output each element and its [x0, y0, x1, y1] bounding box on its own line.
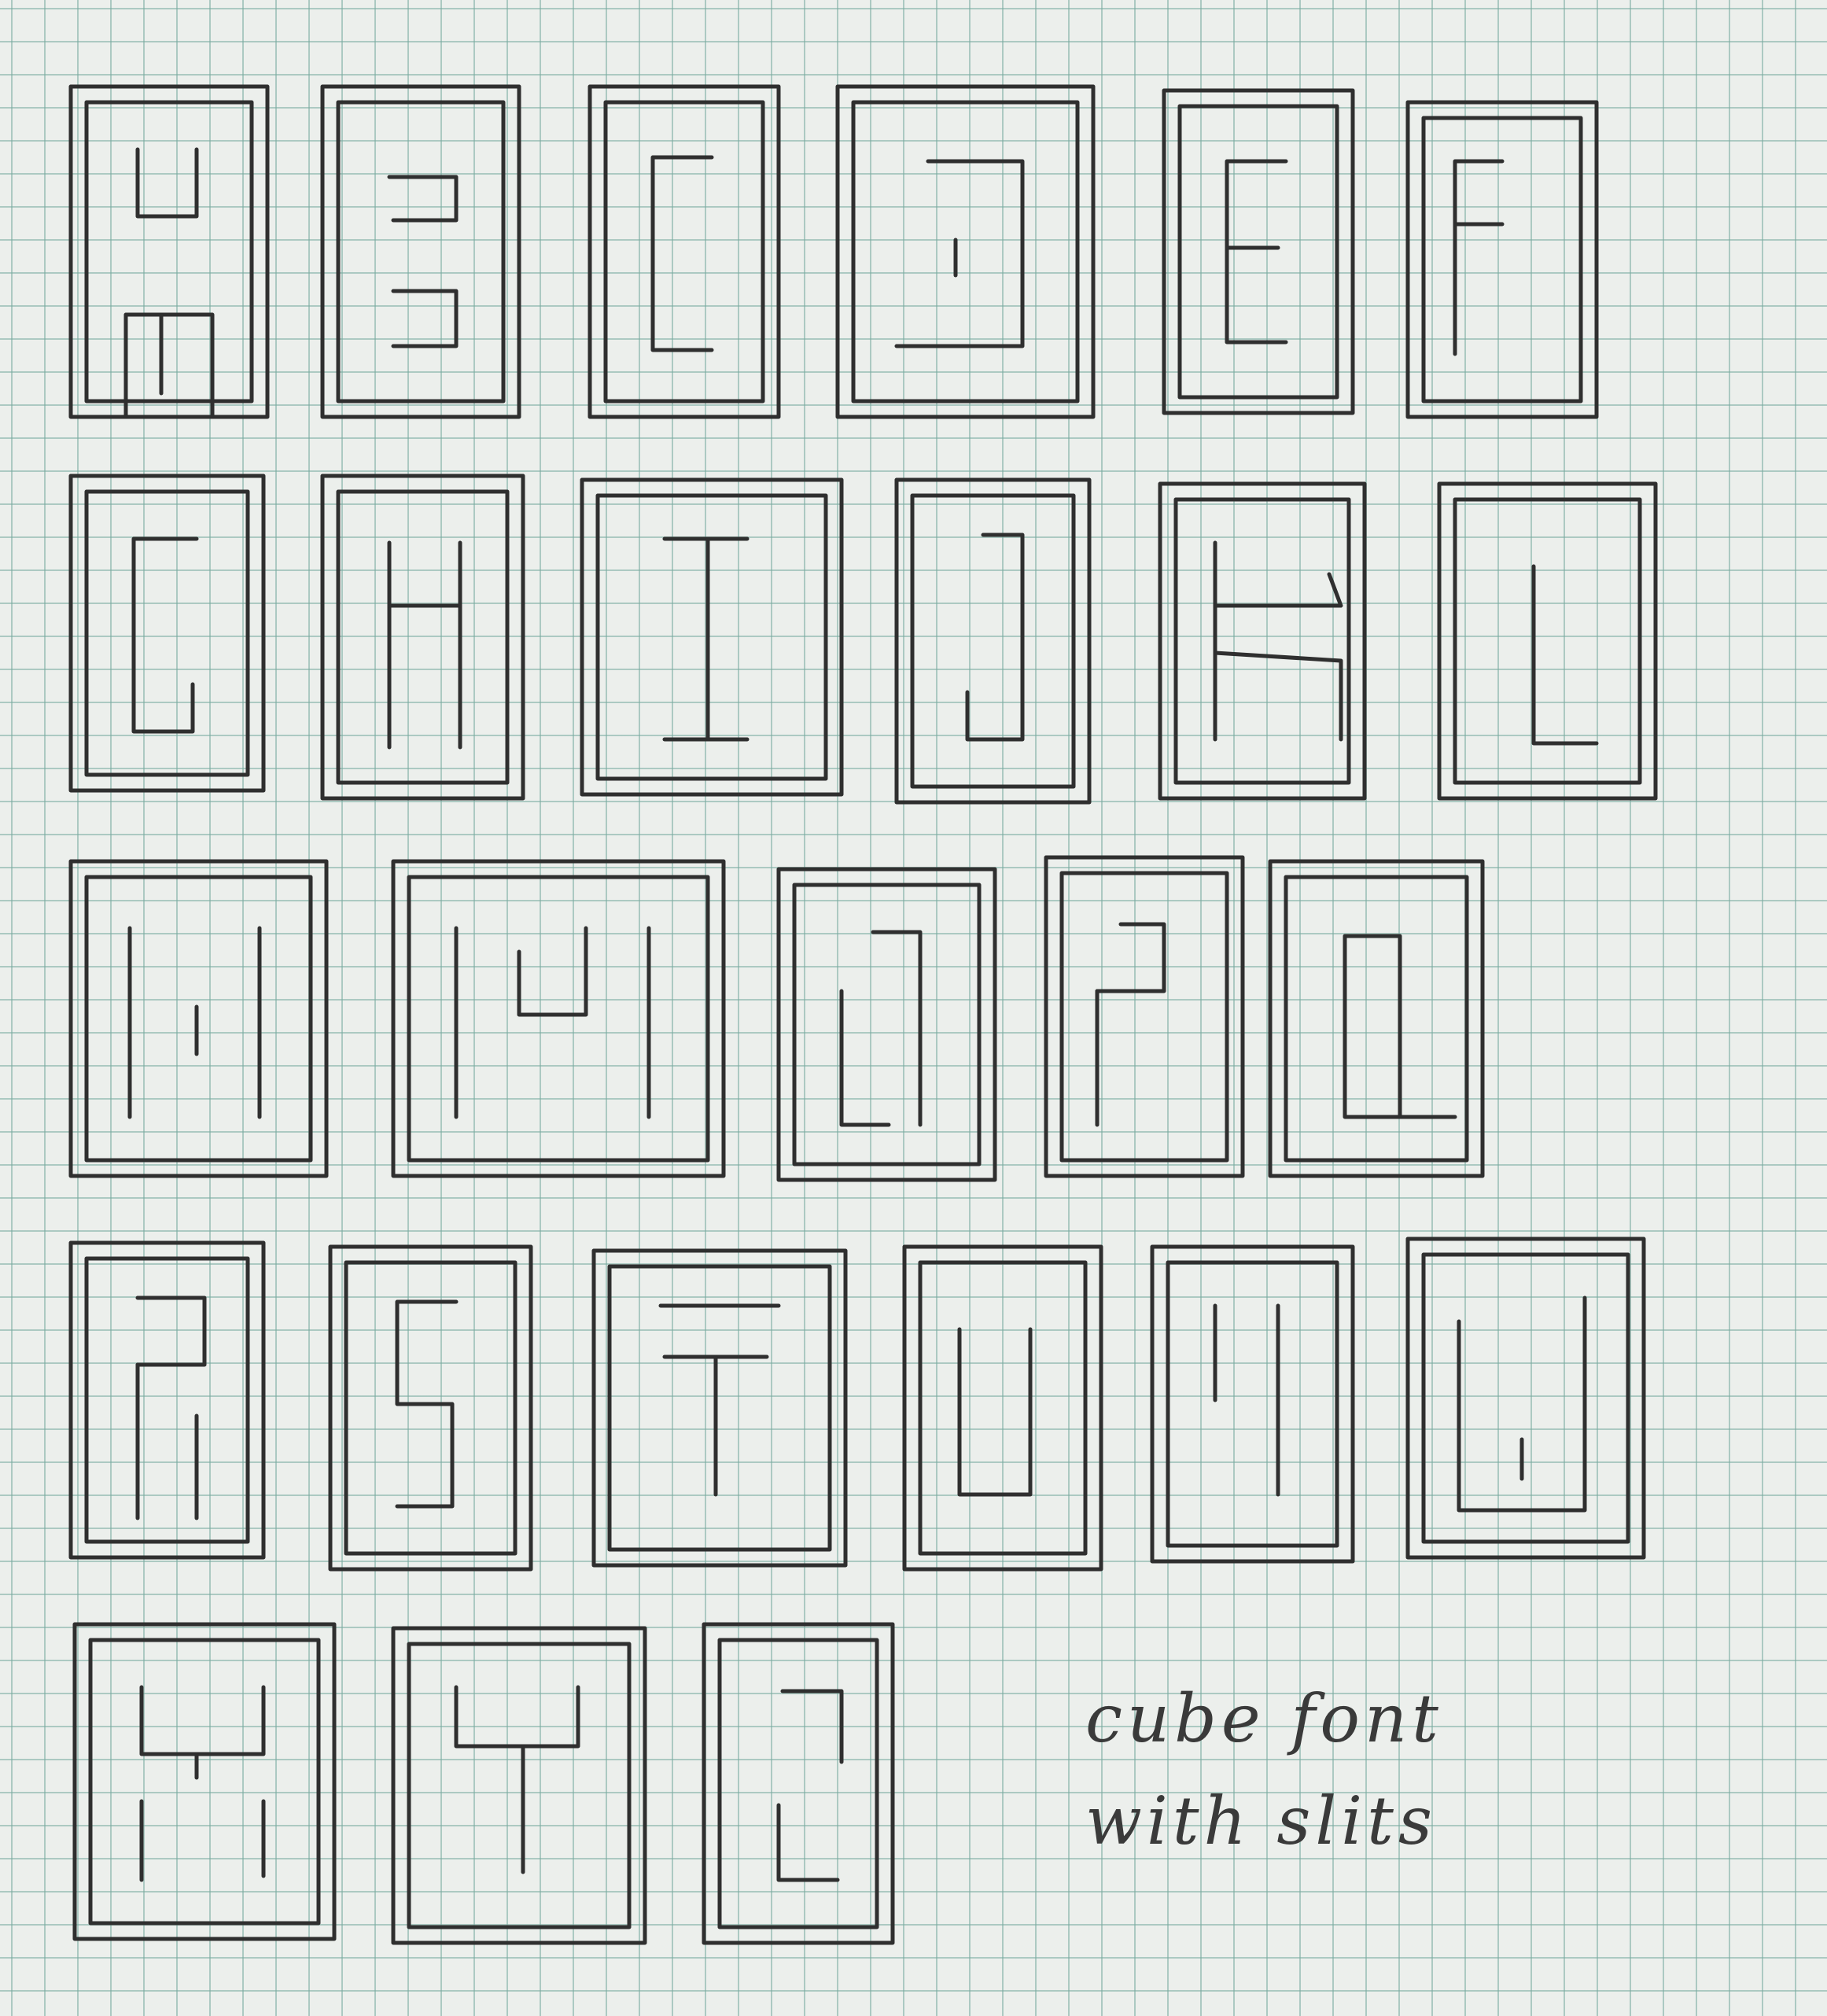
- cube-font-sketch: [68, 84, 1658, 1945]
- glyph-w: [1405, 1237, 1646, 1560]
- glyph-b: [320, 84, 521, 419]
- glyph-a: [68, 84, 270, 419]
- glyph-t: [591, 1248, 848, 1568]
- glyph-d: [835, 84, 1096, 419]
- caption-line-1: cube font: [1085, 1680, 1443, 1757]
- glyph-y: [391, 1626, 647, 1945]
- glyph-v: [1150, 1244, 1355, 1564]
- glyph-g: [68, 474, 266, 793]
- glyph-m: [68, 859, 329, 1178]
- glyph-s: [328, 1244, 533, 1572]
- glyph-c: [588, 84, 781, 419]
- glyph-n: [391, 859, 726, 1178]
- glyph-r: [68, 1240, 266, 1560]
- glyph-k: [1158, 481, 1367, 801]
- glyph-j: [894, 477, 1092, 805]
- glyph-q: [1268, 859, 1485, 1178]
- caption-line-2: with slits: [1085, 1782, 1438, 1859]
- glyph-h: [320, 474, 525, 801]
- glyph-i: [580, 477, 844, 797]
- graph-paper: [0, 0, 1827, 2016]
- glyph-e: [1162, 88, 1355, 415]
- glyph-l: [1437, 481, 1658, 801]
- glyph-u: [902, 1244, 1103, 1572]
- glyph-z: [702, 1622, 895, 1945]
- caption: cube font with slits: [1085, 1668, 1526, 1872]
- glyph-o: [776, 867, 997, 1182]
- glyph-x: [72, 1622, 337, 1941]
- glyph-p: [1044, 855, 1245, 1178]
- glyph-f: [1405, 100, 1599, 419]
